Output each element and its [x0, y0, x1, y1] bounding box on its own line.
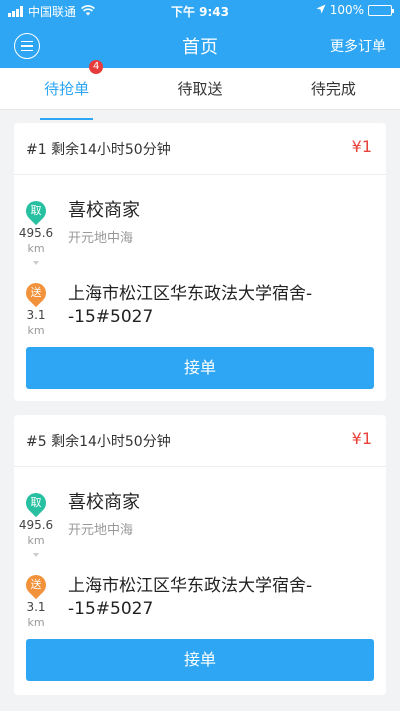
distance-value: 495.6 [18, 226, 54, 240]
tab-to-pickup[interactable]: 待取送 [133, 68, 266, 109]
arrow-down-icon [33, 553, 39, 557]
tab-to-grab[interactable]: 待抢单 4 [0, 60, 133, 120]
pickup-subtitle: 开元地中海 [68, 231, 134, 246]
order-list[interactable]: #1 剩余14小时50分钟 ¥1 取 495.6 km 喜校商家 开元地中海 送… [0, 110, 400, 711]
order-card: #5 剩余14小时50分钟 ¥1 取 495.6 km 喜校商家 开元地中海 送… [14, 415, 386, 695]
distance-value: 3.1 [26, 308, 46, 322]
distance-unit: km [27, 616, 45, 629]
pickup-pin-icon: 取 [21, 196, 51, 226]
tab-badge: 4 [89, 60, 104, 74]
distance-value: 3.1 [26, 600, 46, 614]
accept-order-button[interactable]: 接单 [26, 639, 374, 681]
delivery-pin-icon: 送 [21, 570, 51, 600]
battery-icon [368, 4, 394, 16]
more-orders-link[interactable]: 更多订单 [330, 36, 386, 56]
delivery-distance: 3.1 km [16, 307, 56, 339]
location-arrow-icon [316, 3, 326, 17]
battery-percent: 100% [329, 3, 364, 17]
pickup-name: 喜校商家 [68, 492, 140, 513]
distance-unit: km [27, 534, 45, 547]
delivery-address: 上海市松江区华东政法大学宿舍--15#5027 [68, 576, 313, 619]
tab-label: 待抢单 [44, 80, 90, 98]
delivery-distance: 3.1 km [16, 599, 56, 631]
pickup-distance: 495.6 km [16, 225, 56, 257]
arrow-down-icon [33, 261, 39, 265]
status-right: 100% [316, 3, 394, 17]
delivery-address: 上海市松江区华东政法大学宿舍--15#5027 [68, 284, 313, 327]
order-price: ¥1 [351, 429, 372, 448]
distance-unit: km [27, 242, 45, 255]
tab-to-complete[interactable]: 待完成 [267, 68, 400, 109]
pickup-name: 喜校商家 [68, 200, 140, 221]
order-card: #1 剩余14小时50分钟 ¥1 取 495.6 km 喜校商家 开元地中海 送… [14, 123, 386, 401]
pickup-pin-icon: 取 [21, 488, 51, 518]
accept-order-button[interactable]: 接单 [26, 347, 374, 389]
order-price: ¥1 [351, 137, 372, 156]
order-card-header: #1 剩余14小时50分钟 ¥1 [14, 123, 386, 175]
distance-value: 495.6 [18, 518, 54, 532]
distance-unit: km [27, 324, 45, 337]
delivery-pin-icon: 送 [21, 278, 51, 308]
order-time-remaining: #5 剩余14小时50分钟 [26, 434, 171, 450]
order-tabs: 待抢单 4 待取送 待完成 [0, 60, 400, 120]
top-bar: 中国联通 下午 9:43 100% 首页 更多订单 [0, 0, 400, 68]
status-bar: 中国联通 下午 9:43 100% [0, 0, 400, 22]
tab-label: 待取送 [177, 80, 223, 98]
app-header: 首页 更多订单 [0, 22, 400, 68]
order-time-remaining: #1 剩余14小时50分钟 [26, 142, 171, 158]
pickup-subtitle: 开元地中海 [68, 523, 134, 538]
pickup-distance: 495.6 km [16, 517, 56, 549]
tab-label: 待完成 [310, 80, 356, 98]
order-card-header: #5 剩余14小时50分钟 ¥1 [14, 415, 386, 467]
